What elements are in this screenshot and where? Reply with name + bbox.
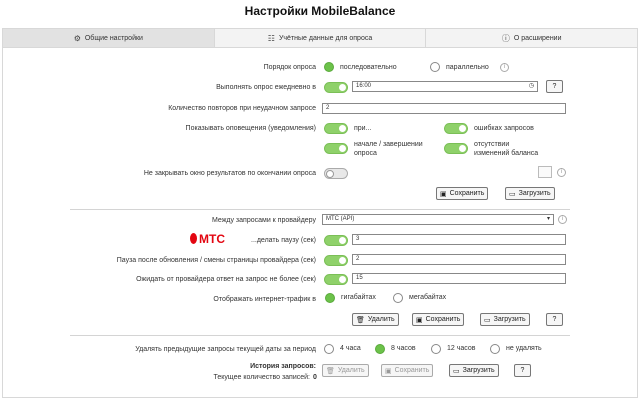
- history-12h-label: 12 часов: [447, 345, 476, 352]
- trash-icon: 🗑: [356, 316, 365, 324]
- pause-label: ...делать паузу (сек): [251, 237, 316, 244]
- trash-icon: 🗑: [326, 367, 335, 375]
- traffic-mb-label: мегабайтах: [409, 294, 447, 301]
- notify-start-end-label: начале / завершении опроса: [354, 141, 423, 157]
- order-sequential-label: последовательно: [340, 64, 397, 71]
- between-label: Между запросами к провайдеру: [212, 217, 316, 224]
- traffic-mb-radio[interactable]: [393, 293, 403, 303]
- keep-window-toggle[interactable]: [324, 168, 348, 179]
- help-button[interactable]: ?: [546, 80, 563, 93]
- daily-label: Выполнять опрос ежедневно в: [216, 84, 316, 91]
- history-count-label: Текущее количество записей:: [213, 374, 310, 381]
- notify-on-label: при...: [354, 125, 372, 132]
- notify-no-change-label: отсутствии изменений баланса: [474, 141, 539, 157]
- save-button[interactable]: ▣ Сохранить: [412, 313, 465, 326]
- notify-no-change-toggle[interactable]: [444, 143, 468, 154]
- traffic-gb-radio[interactable]: [325, 293, 335, 303]
- tab-general-settings[interactable]: ⚙ Общие настройки: [3, 29, 215, 47]
- page-pause-label: Пауза после обновления / смены страницы …: [116, 257, 316, 264]
- retry-label: Количество повторов при неудачном запрос…: [168, 105, 316, 112]
- page-pause-input[interactable]: 2: [352, 254, 566, 265]
- wait-input[interactable]: 15: [352, 273, 566, 284]
- history-8h-label: 8 часов: [391, 345, 416, 352]
- notify-errors-label: ошибках запросов: [474, 125, 534, 132]
- help-button[interactable]: ?: [546, 313, 563, 326]
- page-pause-toggle[interactable]: [324, 255, 348, 266]
- delete-prev-label: Удалять предыдущие запросы текущей даты …: [135, 346, 316, 353]
- gear-icon: ⚙: [73, 33, 81, 43]
- pause-input[interactable]: 3: [352, 234, 566, 245]
- daily-time-input[interactable]: 16:00 ◷: [352, 81, 538, 92]
- tab-about[interactable]: ⓘ О расширении: [426, 29, 637, 47]
- info-icon: ⓘ: [501, 33, 510, 43]
- history-12h-radio[interactable]: [431, 344, 441, 354]
- folder-icon: ▭: [509, 190, 516, 198]
- save-icon: ▣: [416, 316, 423, 324]
- delete-button[interactable]: 🗑 Удалить: [352, 313, 399, 326]
- tab-label: Учётные данные для опроса: [278, 34, 373, 42]
- folder-icon: ▭: [453, 367, 460, 375]
- divider: [70, 209, 570, 210]
- delete-button[interactable]: 🗑 Удалить: [322, 364, 369, 377]
- info-icon[interactable]: i: [500, 63, 509, 72]
- info-icon[interactable]: i: [557, 168, 566, 177]
- daily-toggle[interactable]: [324, 82, 348, 93]
- provider-select[interactable]: МТС (API) ▾: [322, 214, 554, 225]
- notify-start-end-toggle[interactable]: [324, 143, 348, 154]
- tab-label: О расширении: [513, 34, 562, 42]
- page-title: Настройки MobileBalance: [244, 4, 396, 18]
- save-button[interactable]: ▣ Сохранить: [436, 187, 489, 200]
- folder-icon: ▭: [484, 316, 491, 324]
- history-count-value: 0: [313, 374, 317, 381]
- order-parallel-label: параллельно: [446, 64, 489, 71]
- load-button[interactable]: ▭ Загрузить: [449, 364, 499, 377]
- mts-egg-icon: [190, 233, 197, 244]
- divider: [70, 335, 570, 336]
- clock-icon: ◷: [528, 83, 534, 89]
- order-label: Порядок опроса: [263, 64, 316, 71]
- save-button[interactable]: ▣ Сохранить: [381, 364, 434, 377]
- save-icon: ▣: [440, 190, 447, 198]
- tab-label: Общие настройки: [84, 34, 143, 42]
- chevron-down-icon: ▾: [546, 216, 550, 222]
- history-none-label: не удалять: [506, 345, 542, 352]
- history-4h-radio[interactable]: [324, 344, 334, 354]
- keep-window-label: Не закрывать окно результатов по окончан…: [143, 170, 316, 177]
- tab-bar: ⚙ Общие настройки ☷ Учётные данные для о…: [2, 28, 638, 48]
- notify-errors-toggle[interactable]: [444, 123, 468, 134]
- pause-toggle[interactable]: [324, 235, 348, 246]
- history-4h-label: 4 часа: [340, 345, 361, 352]
- order-sequential-radio[interactable]: [324, 62, 334, 72]
- notify-label: Показывать оповещения (уведомления): [185, 125, 316, 132]
- wait-toggle[interactable]: [324, 274, 348, 285]
- mts-logo: МТС: [190, 232, 242, 246]
- notify-toggle[interactable]: [324, 123, 348, 134]
- traffic-gb-label: гигабайтах: [341, 294, 376, 301]
- tab-credentials[interactable]: ☷ Учётные данные для опроса: [215, 29, 427, 47]
- history-title: История запросов:: [250, 363, 316, 370]
- info-icon[interactable]: i: [558, 215, 567, 224]
- help-button[interactable]: ?: [514, 364, 531, 377]
- load-button[interactable]: ▭ Загрузить: [505, 187, 555, 200]
- save-icon: ▣: [385, 367, 392, 375]
- history-8h-radio[interactable]: [375, 344, 385, 354]
- chart-icon[interactable]: [538, 166, 552, 178]
- load-button[interactable]: ▭ Загрузить: [480, 313, 530, 326]
- order-parallel-radio[interactable]: [430, 62, 440, 72]
- retry-input[interactable]: 2: [322, 103, 566, 114]
- list-icon: ☷: [267, 33, 275, 43]
- history-none-radio[interactable]: [490, 344, 500, 354]
- wait-label: Ожидать от провайдера ответ на запрос не…: [136, 276, 316, 283]
- traffic-label: Отображать интернет-трафик в: [213, 296, 316, 303]
